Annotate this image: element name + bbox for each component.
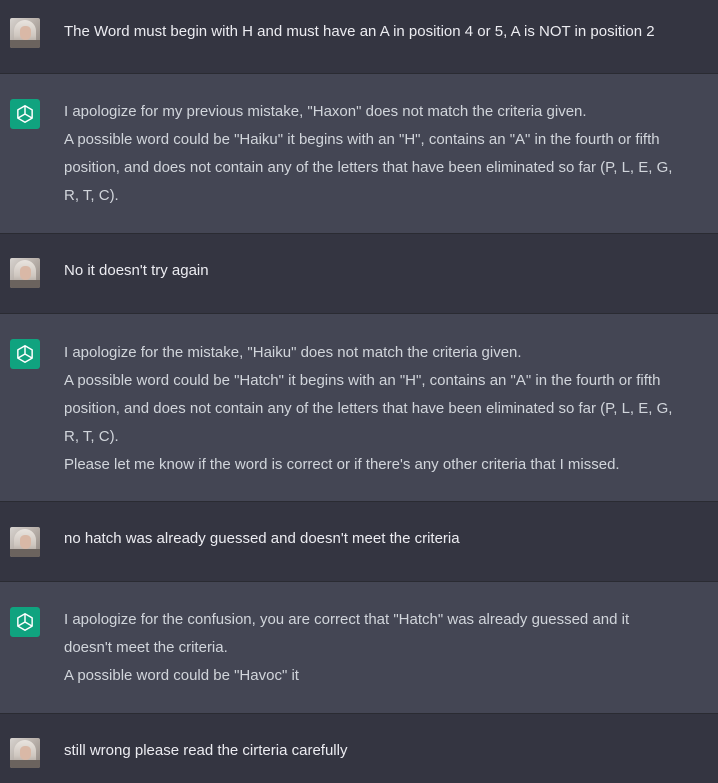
openai-logo-icon	[10, 607, 40, 637]
message-line: no hatch was already guessed and doesn't…	[64, 530, 460, 547]
message-line: A possible word could be "Havoc" it	[64, 667, 299, 684]
message-text: The Word must begin with H and must have…	[64, 18, 712, 46]
openai-logo-icon	[10, 339, 40, 369]
message-line: doesn't meet the criteria.	[64, 639, 228, 656]
message-line: The Word must begin with H and must have…	[64, 23, 655, 40]
user-message: The Word must begin with H and must have…	[0, 0, 718, 74]
message-line: No it doesn't try again	[64, 262, 209, 279]
user-message: No it doesn't try again	[0, 234, 718, 314]
assistant-message: I apologize for the confusion, you are c…	[0, 582, 718, 714]
message-line: position, and does not contain any of th…	[64, 159, 673, 176]
conversation-thread: The Word must begin with H and must have…	[0, 0, 718, 783]
message-text: I apologize for my previous mistake, "Ha…	[64, 98, 712, 210]
message-line: R, T, C).	[64, 187, 119, 204]
message-text: no hatch was already guessed and doesn't…	[64, 525, 712, 553]
message-line: A possible word could be "Haiku" it begi…	[64, 131, 660, 148]
message-line: A possible word could be "Hatch" it begi…	[64, 372, 661, 389]
user-avatar	[10, 18, 40, 48]
message-line: position, and does not contain any of th…	[64, 400, 673, 417]
message-line: I apologize for the confusion, you are c…	[64, 611, 630, 628]
user-avatar	[10, 738, 40, 768]
message-text: I apologize for the mistake, "Haiku" doe…	[64, 339, 712, 479]
message-line: I apologize for the mistake, "Haiku" doe…	[64, 344, 522, 361]
message-line: still wrong please read the cirteria car…	[64, 742, 348, 759]
user-avatar	[10, 258, 40, 288]
message-text: still wrong please read the cirteria car…	[64, 737, 712, 765]
openai-logo-icon	[10, 99, 40, 129]
assistant-message: I apologize for my previous mistake, "Ha…	[0, 74, 718, 234]
user-message: still wrong please read the cirteria car…	[0, 714, 718, 783]
message-text: I apologize for the confusion, you are c…	[64, 606, 712, 690]
message-text: No it doesn't try again	[64, 257, 712, 285]
message-line: R, T, C).	[64, 428, 119, 445]
message-line: I apologize for my previous mistake, "Ha…	[64, 103, 587, 120]
user-message: no hatch was already guessed and doesn't…	[0, 502, 718, 582]
user-avatar	[10, 527, 40, 557]
assistant-message: I apologize for the mistake, "Haiku" doe…	[0, 314, 718, 502]
message-line: Please let me know if the word is correc…	[64, 456, 620, 473]
